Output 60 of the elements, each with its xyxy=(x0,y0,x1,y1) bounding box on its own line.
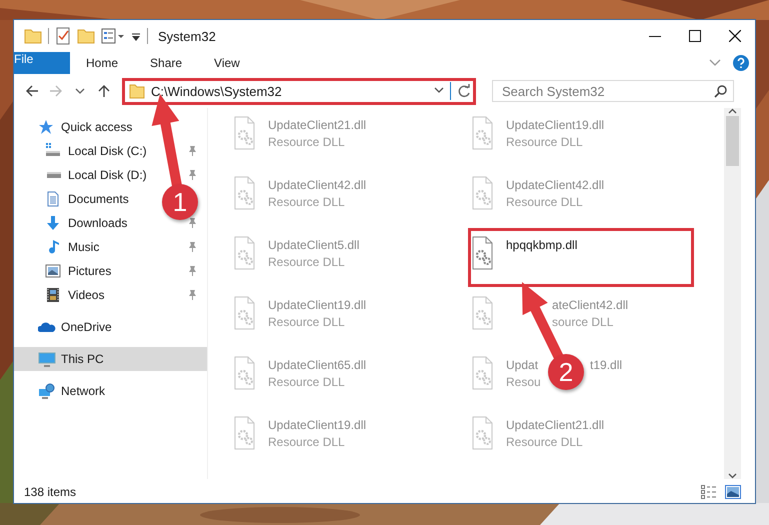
window-title: System32 xyxy=(158,28,216,44)
file-name[interactable]: hpqqkbmp.dll xyxy=(506,238,578,252)
pin-icon[interactable] xyxy=(187,169,197,181)
ribbon-tab[interactable]: Share xyxy=(134,52,198,74)
pin-icon[interactable] xyxy=(187,241,197,253)
file-type: Resource DLL xyxy=(268,315,346,329)
nav-item[interactable]: Network xyxy=(14,379,207,403)
nav-item[interactable]: Videos xyxy=(14,283,207,307)
chevron-icon[interactable] xyxy=(709,59,721,67)
nav-item[interactable]: Quick access xyxy=(14,115,207,139)
item-count: 138 items xyxy=(24,484,76,498)
ribbon-tab[interactable]: View xyxy=(198,52,256,74)
file-type: Resource DLL xyxy=(506,135,584,149)
dll-file-icon[interactable] xyxy=(472,236,494,270)
file-type: Resource DLL xyxy=(506,195,584,209)
file-type: Resource DLL xyxy=(506,435,584,449)
close-icon[interactable] xyxy=(729,30,741,42)
pin-icon[interactable] xyxy=(187,145,197,157)
nav-item[interactable]: OneDrive xyxy=(14,315,207,339)
address-bar[interactable]: C:\Windows\System32 xyxy=(122,78,476,104)
file-type: Resource DLL xyxy=(268,135,346,149)
file-type: Resou xyxy=(506,375,542,389)
back-arrow-icon[interactable] xyxy=(25,84,39,98)
large-icons-view-icon[interactable] xyxy=(725,484,741,498)
file-type: Resource DLL xyxy=(268,375,346,389)
pin-icon[interactable] xyxy=(187,217,197,229)
ribbon-tab[interactable]: Home xyxy=(70,52,134,74)
maximize-icon[interactable] xyxy=(689,30,701,42)
details-view-icon[interactable] xyxy=(701,484,717,498)
dropdown-icon[interactable] xyxy=(434,87,444,95)
pin-icon[interactable] xyxy=(187,289,197,301)
scroll-up-icon[interactable] xyxy=(728,108,737,114)
scrollbar[interactable] xyxy=(724,108,741,479)
monitor-icon xyxy=(38,351,56,367)
drive-icon xyxy=(46,171,62,179)
file-type: Resource DLL xyxy=(268,195,346,209)
file-type: Resource DLL xyxy=(268,435,346,449)
nav-item[interactable]: This PC xyxy=(14,347,207,371)
file-menu-button[interactable]: File xyxy=(14,52,70,74)
refresh-icon[interactable] xyxy=(457,84,471,98)
pin-icon[interactable] xyxy=(187,265,197,277)
forward-arrow-icon[interactable] xyxy=(49,84,63,98)
file-type: Resource DLL xyxy=(268,255,346,269)
checklist-icon[interactable] xyxy=(55,27,71,45)
scroll-thumb[interactable] xyxy=(726,116,739,166)
drive-icon xyxy=(45,143,63,159)
music-note-icon xyxy=(48,239,60,255)
scroll-down-icon[interactable] xyxy=(728,473,737,479)
help-icon[interactable] xyxy=(733,55,749,71)
nav-item[interactable]: Music xyxy=(14,235,207,259)
nav-item[interactable]: Pictures xyxy=(14,259,207,283)
up-arrow-icon[interactable] xyxy=(97,84,111,98)
search-icon[interactable] xyxy=(714,84,727,98)
new-folder-icon[interactable] xyxy=(77,27,95,45)
folder-icon xyxy=(129,83,145,99)
file-type: source DLL xyxy=(552,315,614,329)
picture-icon xyxy=(45,263,63,279)
properties-icon[interactable] xyxy=(101,28,125,44)
network-icon xyxy=(38,383,56,399)
folder-icon[interactable] xyxy=(24,27,42,45)
